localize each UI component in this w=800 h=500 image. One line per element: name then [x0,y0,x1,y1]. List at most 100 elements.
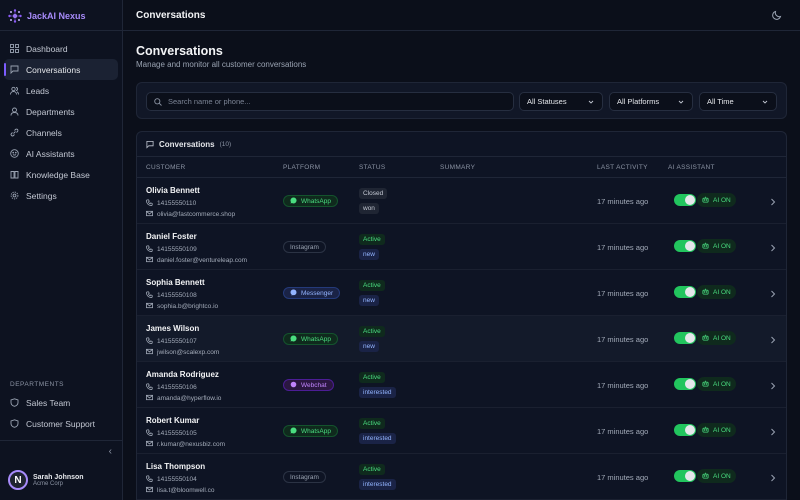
stage-badge: new [359,295,379,306]
customer-phone: 14155550110 [146,199,196,207]
bot-icon [702,472,710,480]
table-row[interactable]: James Wilson 14155550107 jwilson@scalexp… [137,316,786,362]
platform-label: WhatsApp [301,335,331,343]
platform-label: Instagram [290,473,319,481]
table-row[interactable]: Daniel Foster 14155550109 daniel.foster@… [137,224,786,270]
user-org: Acme Corp [33,480,64,487]
link-icon [10,128,19,137]
ai-status-label: AI ON [713,334,731,342]
ai-toggle[interactable] [674,424,696,436]
divider [0,30,122,31]
status-badge: Active [359,372,385,383]
avatar: N [8,470,28,490]
column-header-status: STATUS [359,164,386,171]
chevron-right-icon[interactable] [769,196,777,206]
chevron-down-icon [677,98,685,106]
sidebar-item-knowledge-base[interactable]: Knowledge Base [4,164,118,185]
filter-bar: All Statuses All Platforms All Time [136,82,787,119]
table-row[interactable]: Lisa Thompson 14155550104 lisa.t@bloomwe… [137,454,786,500]
sidebar-item-channels[interactable]: Channels [4,122,118,143]
logo-icon [8,9,22,23]
messenger-icon [290,289,298,297]
shield-icon [10,398,19,407]
customer-email-text: olivia@fastcommerce.shop [157,210,236,218]
platform-filter-select[interactable]: All Platforms [609,92,693,111]
customer-email-text: sophia.b@brightco.io [157,302,219,310]
ai-toggle[interactable] [674,378,696,390]
user-profile[interactable]: N Sarah Johnson Acme Corp [8,470,84,490]
chevron-down-icon [587,98,595,106]
toggle-knob [685,287,695,297]
sidebar-item-conversations[interactable]: Conversations [4,59,118,80]
table-row[interactable]: Sophia Bennett 14155550108 sophia.b@brig… [137,270,786,316]
sidebar-item-label: Sales Team [26,397,71,408]
sidebar-item-customer-support[interactable]: Customer Support [4,413,118,434]
stage-badge: interested [359,433,396,444]
chat-icon [10,65,19,74]
chevron-right-icon[interactable] [769,242,777,252]
customer-name: Olivia Bennett [146,186,200,195]
customer-email-text: daniel.foster@ventureleap.com [157,256,248,264]
ai-status-label: AI ON [713,242,731,250]
phone-icon [146,429,154,437]
chevron-left-icon[interactable]: ‹ [109,446,112,457]
table-row[interactable]: Olivia Bennett 14155550110 olivia@fastco… [137,178,786,224]
table-header-bar: Conversations (10) [137,132,786,157]
mail-icon [146,302,154,310]
chevron-right-icon[interactable] [769,472,777,482]
mail-icon [146,348,154,356]
status-badge: Active [359,418,385,429]
status-filter-select[interactable]: All Statuses [519,92,603,111]
bot-icon [702,242,710,250]
chevron-right-icon[interactable] [769,380,777,390]
stage-badge: new [359,341,379,352]
column-header-last-activity: LAST ACTIVITY [597,164,648,171]
whatsapp-icon [290,427,298,435]
toggle-knob [685,241,695,251]
customer-phone-text: 14155550104 [157,475,197,483]
mail-icon [146,440,154,448]
chevron-right-icon[interactable] [769,288,777,298]
platform-label: Instagram [290,243,319,251]
table-row[interactable]: Robert Kumar 14155550105 r.kumar@nexusbi… [137,408,786,454]
time-filter-value: All Time [707,97,734,106]
mail-icon [146,256,154,264]
customer-email: olivia@fastcommerce.shop [146,210,235,218]
webchat-icon [290,381,298,389]
ai-toggle[interactable] [674,470,696,482]
platform-badge: Instagram [283,241,326,253]
sidebar-item-dashboard[interactable]: Dashboard [4,38,118,59]
search-input[interactable] [168,97,498,106]
toggle-knob [685,471,695,481]
brand[interactable]: JackAI Nexus [8,8,86,24]
sidebar-item-settings[interactable]: Settings [4,185,118,206]
customer-name: James Wilson [146,324,200,333]
sidebar-item-sales-team[interactable]: Sales Team [4,392,118,413]
topbar-title: Conversations [136,10,206,21]
collapse-row: ‹ [0,440,122,462]
bot-icon [702,196,710,204]
sidebar-item-ai-assistants[interactable]: AI Assistants [4,143,118,164]
sidebar-item-leads[interactable]: Leads [4,80,118,101]
search-box[interactable] [146,92,514,111]
status-filter-value: All Statuses [527,97,567,106]
column-header-customer: CUSTOMER [146,164,186,171]
phone-icon [146,245,154,253]
chevron-right-icon[interactable] [769,334,777,344]
sidebar-item-label: AI Assistants [26,148,75,159]
ai-toggle[interactable] [674,332,696,344]
sidebar-item-departments[interactable]: Departments [4,101,118,122]
column-header-platform: PLATFORM [283,164,321,171]
moon-icon[interactable] [771,9,783,21]
time-filter-select[interactable]: All Time [699,92,777,111]
table-row[interactable]: Amanda Rodriguez 14155550106 amanda@hype… [137,362,786,408]
ai-toggle[interactable] [674,240,696,252]
page-subtitle: Manage and monitor all customer conversa… [136,60,307,69]
ai-toggle[interactable] [674,286,696,298]
ai-toggle[interactable] [674,194,696,206]
ai-status-badge: AI ON [697,331,736,345]
ai-status-label: AI ON [713,288,731,296]
customer-name: Lisa Thompson [146,462,206,471]
chevron-right-icon[interactable] [769,426,777,436]
phone-icon [146,199,154,207]
